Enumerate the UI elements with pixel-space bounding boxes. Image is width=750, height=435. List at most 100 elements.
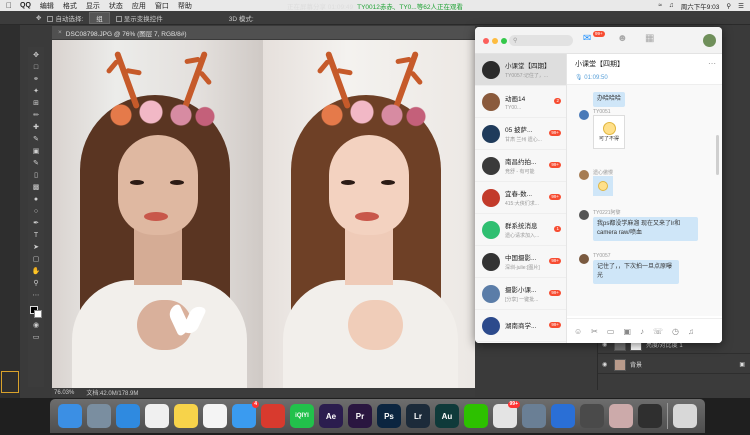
dock-app-notes[interactable] [174,404,198,428]
menu-format[interactable]: 格式 [63,1,77,11]
conversation-item[interactable]: 动画14 TY00... 2 [475,86,566,118]
quick-mask-icon[interactable]: ◉ [31,320,41,330]
sender-avatar[interactable] [579,110,589,120]
blur-icon[interactable]: ● [31,194,41,204]
message-area[interactable]: 办哈哈哈 TY0051 可了不得 遗心傲慢 TY0221阿黎 我ps都没学麻溜 … [567,84,722,316]
dock-app-display[interactable] [638,404,662,428]
conversation-item[interactable]: 小课堂【四期】 TY0057:记住了，... [475,54,566,86]
zoom-icon[interactable]: ⚲ [31,278,41,288]
folder-icon[interactable]: ▭ [607,327,615,336]
pen-icon[interactable]: ✒ [31,218,41,228]
conversation-item[interactable]: 05 披萨... 甘肃 兰州 遗心... 99+ [475,118,566,150]
conversation-item[interactable]: 中国摄影... 深圳-julie:[图片] 99+ [475,246,566,278]
auto-select-checkbox[interactable]: 自动选择: [47,13,83,23]
image-icon[interactable]: ▣ [623,327,631,336]
mic-icon[interactable]: ♪ [640,327,644,336]
dock-app-trash[interactable] [673,404,697,428]
dock-app-preview[interactable] [87,404,111,428]
message-bubble[interactable]: 办哈哈哈 [593,92,626,107]
menu-window[interactable]: 窗口 [155,1,169,11]
message-bubble[interactable]: 记住了，，下次拍一旦点原曝光 [593,260,679,284]
dock-app-netease-music[interactable] [261,404,285,428]
close-icon[interactable]: × [58,29,62,36]
conversation-item[interactable]: 摄影小课... [分享] 一键批... 99+ [475,278,566,310]
sender-avatar[interactable] [579,254,589,264]
dock-app-screen-recorder[interactable] [580,404,604,428]
lasso-icon[interactable]: ⚭ [31,74,41,84]
message-bubble[interactable]: 我ps都没学麻溜 现在又来了lr和camera raw/喷血 [593,217,698,241]
screen-mode-icon[interactable]: ▭ [31,332,41,342]
menu-help[interactable]: 帮助 [178,1,192,11]
conversation-item[interactable]: 南昌约拍... 竞舒 - 有可能 99+ [475,150,566,182]
search-input[interactable]: ⚲ [509,35,573,46]
dock-app-premiere[interactable]: Pr [348,404,372,428]
more-icon[interactable]: ⋯ [708,59,716,68]
menu-view[interactable]: 显示 [86,1,100,11]
phone-icon[interactable]: ☏ [653,327,663,336]
clock-icon[interactable]: ◷ [672,327,679,336]
dock-app-audition[interactable]: Au [435,404,459,428]
dock-app-photos[interactable] [203,404,227,428]
zoom-window-button[interactable] [501,38,507,44]
history-brush-icon[interactable]: ✎ [31,158,41,168]
visibility-icon[interactable]: ◉ [602,361,610,368]
conversation-item[interactable]: 宜春-数... 415:大侠们求... 99+ [475,182,566,214]
scrollbar[interactable] [716,135,719,175]
crop-icon[interactable]: ⊞ [31,98,41,108]
eraser-icon[interactable]: ▯ [31,170,41,180]
apple-icon[interactable]:  [6,1,12,10]
layer-row[interactable]: ◉ 背景 ▣ [598,356,750,374]
search-icon[interactable]: ⚲ [726,2,731,10]
close-window-button[interactable] [483,38,489,44]
dock-app-iqiyi[interactable]: iQIYI [290,404,314,428]
marquee-icon[interactable]: □ [31,62,41,72]
shape-icon[interactable]: ▢ [31,254,41,264]
wifi-icon[interactable]: ≈ [658,2,662,9]
dock-app-safari[interactable] [116,404,140,428]
conversation-item[interactable]: 群系统消息 遗心请求加入... 1 [475,214,566,246]
menu-edit[interactable]: 编辑 [40,1,54,11]
dock-app-finder[interactable] [58,404,82,428]
move-tool-icon[interactable]: ✥ [36,14,41,22]
show-transform-checkbox[interactable]: 显示变换控件 [115,13,163,23]
menu-app-name[interactable]: QQ [20,2,31,9]
ps-canvas[interactable] [52,40,475,388]
apps-grid-icon[interactable]: ▦ [645,33,654,44]
dock-app-photoshop[interactable]: Ps [377,404,401,428]
avatar[interactable] [703,34,716,47]
dock-app-qq[interactable]: 99+ [493,401,520,428]
quick-select-icon[interactable]: ✦ [31,86,41,96]
clock[interactable]: 周六下午9:03 [681,1,720,11]
hand-icon[interactable]: ✋ [31,266,41,276]
dock-app-app-store[interactable]: 4 [232,401,259,428]
zoom-level[interactable]: 76.03% [54,390,74,396]
minimize-window-button[interactable] [492,38,498,44]
dodge-icon[interactable]: ○ [31,206,41,216]
type-icon[interactable]: T [31,230,41,240]
sender-avatar[interactable] [579,170,589,180]
screen-share-banner[interactable]: 正在屏幕分享 01:09:49 TY0012赤赤、TY0...等62人正在观看 [287,0,463,11]
dock-app-after-effects[interactable]: Ae [319,404,343,428]
layer-select-dropdown[interactable]: 组 [89,11,110,24]
sticker[interactable] [593,176,613,196]
path-select-icon[interactable]: ➤ [31,242,41,252]
dock-app-wechat[interactable] [464,404,488,428]
dock-app-lightroom[interactable]: Lr [406,404,430,428]
healing-icon[interactable]: ✚ [31,122,41,132]
dock-app-reminders[interactable] [145,404,169,428]
menu-status[interactable]: 状态 [109,1,123,11]
gradient-icon[interactable]: ▩ [31,182,41,192]
stamp-icon[interactable]: ▣ [31,146,41,156]
volume-icon[interactable]: ♫ [669,2,674,9]
conversation-item[interactable]: 湖南商学... 99+ [475,310,566,342]
bell-icon[interactable]: ♫ [688,327,694,336]
audio-call-indicator[interactable]: 🎙 01:09:50 [575,74,608,81]
menu-apps[interactable]: 应用 [132,1,146,11]
smiley-icon[interactable]: ☺ [574,327,582,336]
contacts-icon[interactable]: ☻ [617,33,628,44]
scissors-icon[interactable]: ✂ [591,327,598,336]
color-swatches[interactable] [30,306,42,318]
dock-app-quicktime[interactable] [551,404,575,428]
dock-app-network[interactable] [522,404,546,428]
sender-avatar[interactable] [579,210,589,220]
